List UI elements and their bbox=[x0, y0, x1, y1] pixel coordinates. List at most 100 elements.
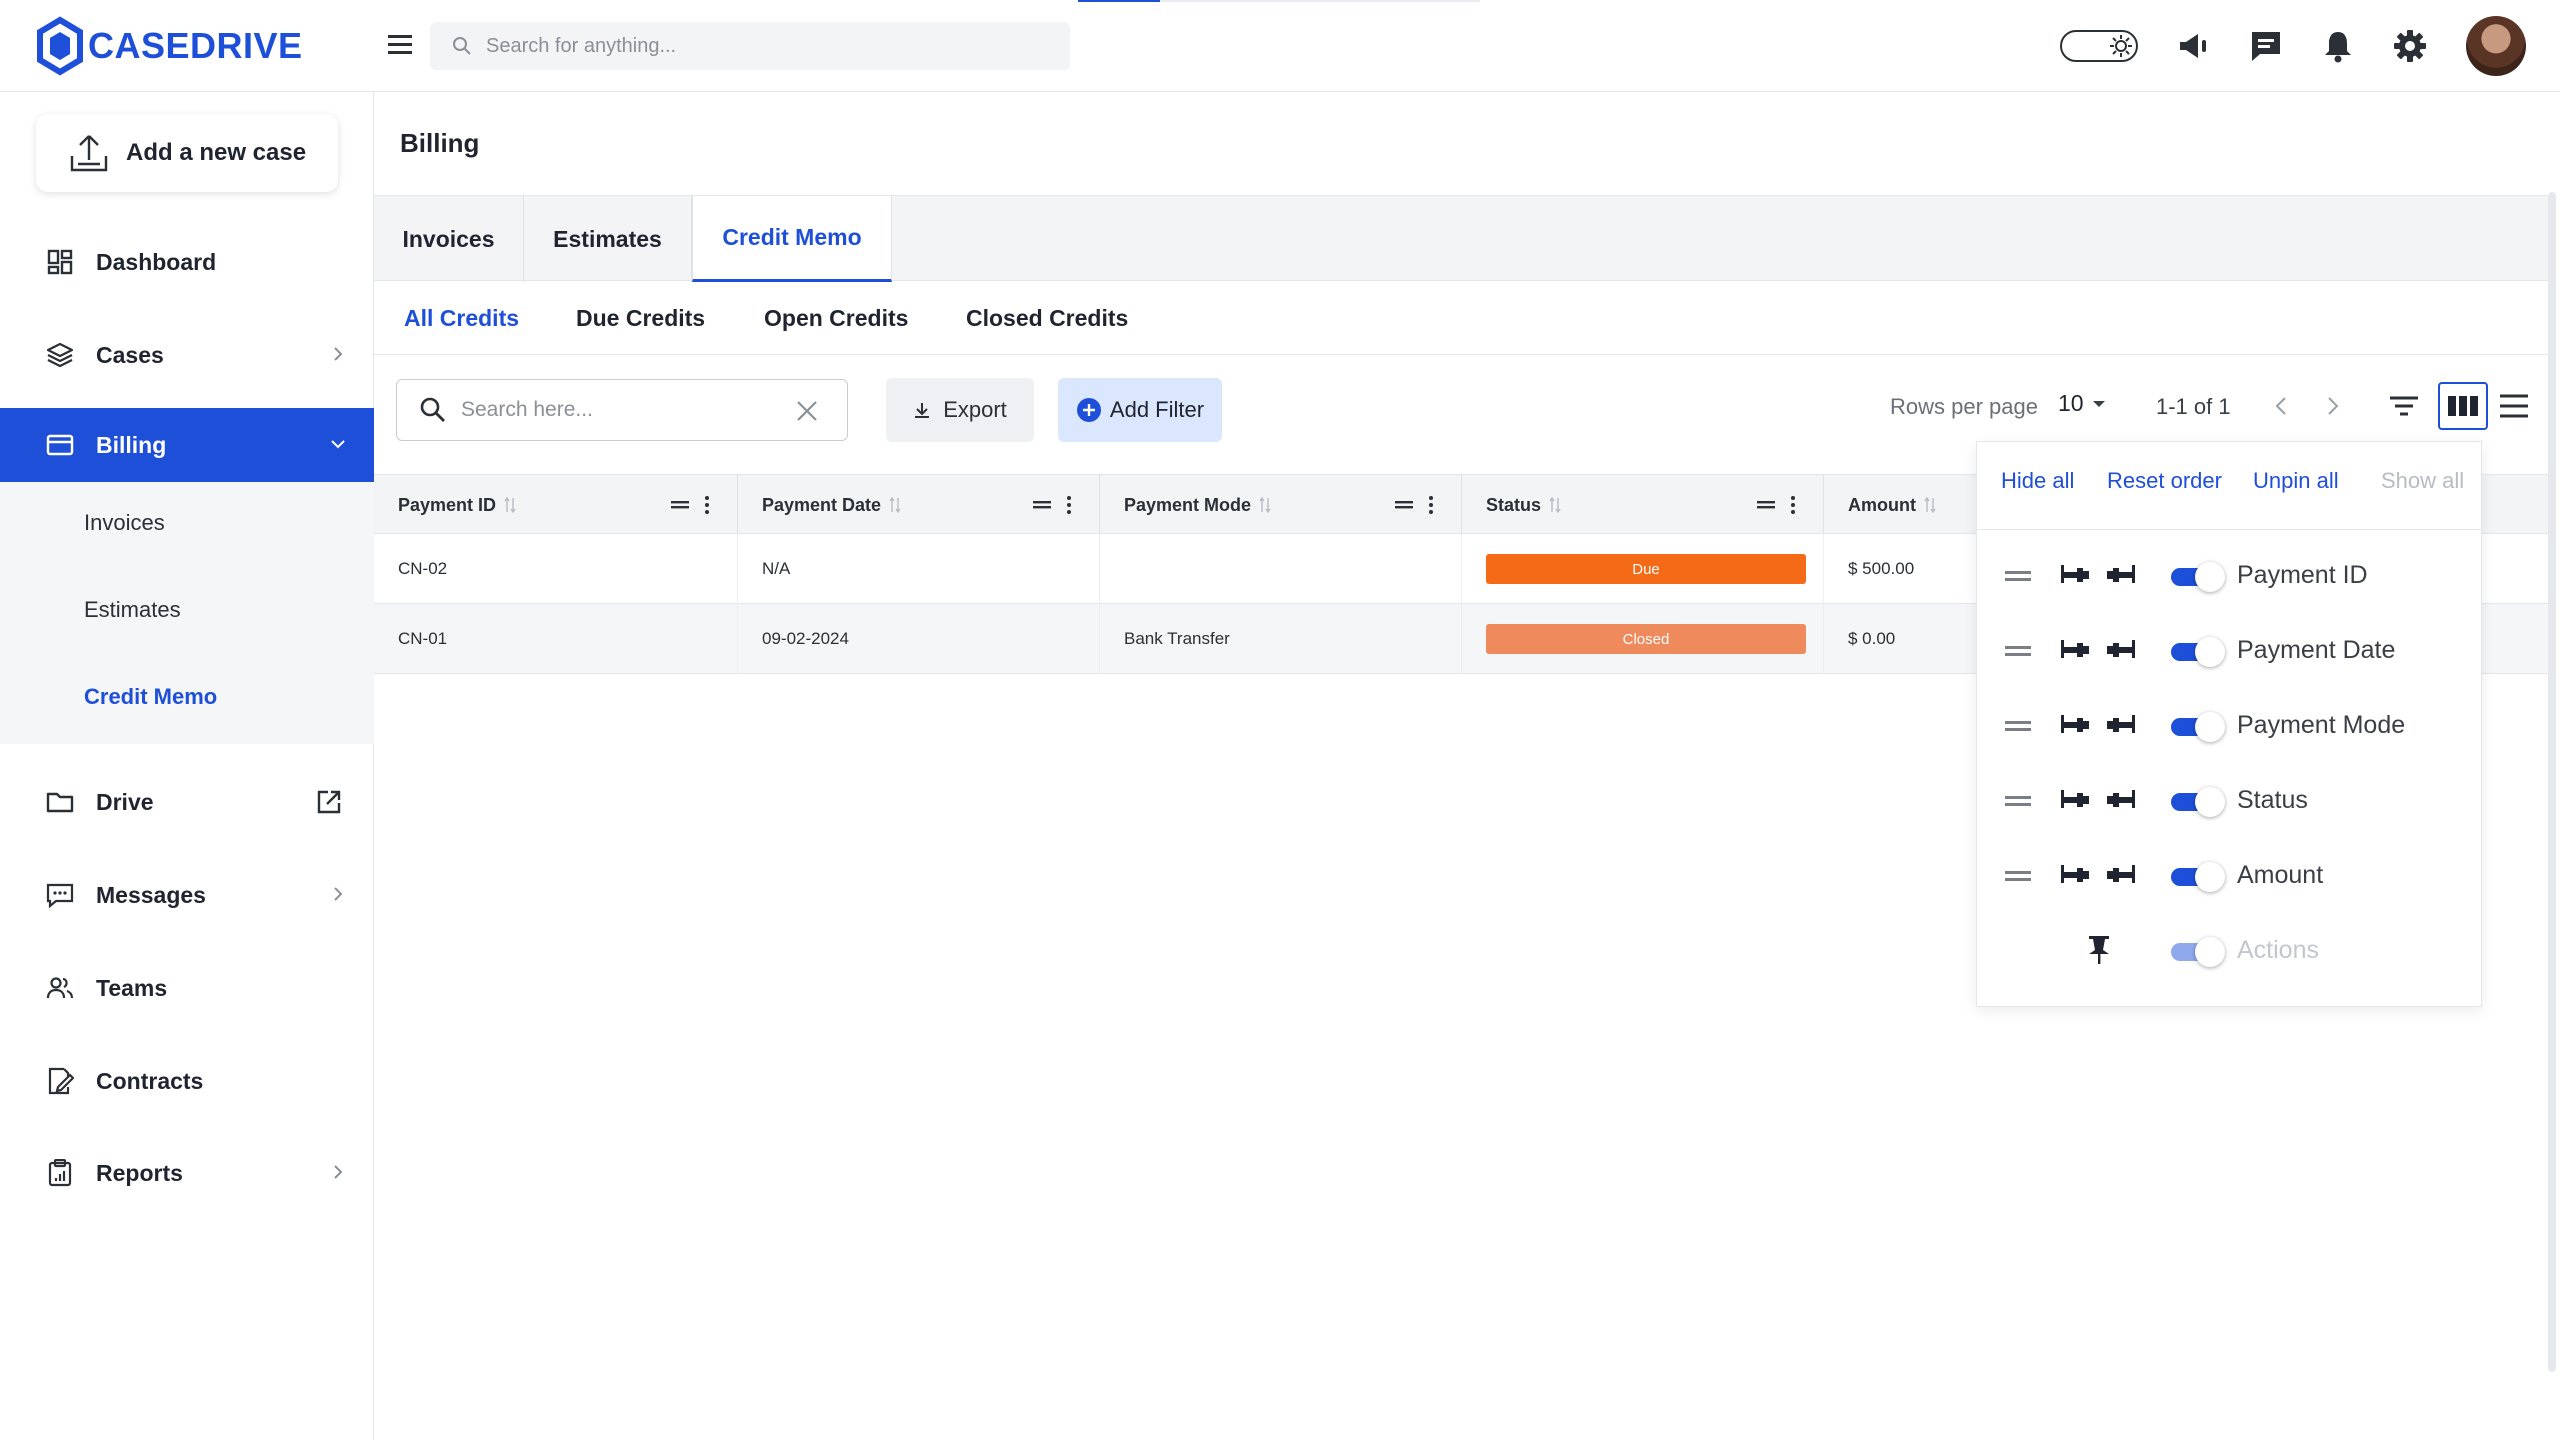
pin-right-icon[interactable] bbox=[2105, 634, 2137, 666]
filter-icon[interactable] bbox=[2386, 388, 2422, 424]
column-visibility-toggle bbox=[2167, 936, 2225, 967]
column-header-payment-mode[interactable]: Payment Mode bbox=[1100, 475, 1462, 535]
tab-credit-memo[interactable]: Credit Memo bbox=[692, 196, 892, 282]
column-option-payment-date: Payment Date bbox=[1977, 620, 2483, 680]
column-header-payment-date[interactable]: Payment Date bbox=[738, 475, 1100, 535]
subtab-all-credits[interactable]: All Credits bbox=[404, 305, 519, 332]
sort-icon[interactable] bbox=[889, 497, 901, 513]
sort-icon[interactable] bbox=[1259, 497, 1271, 513]
sidebar-item-contracts[interactable]: Contracts bbox=[0, 1044, 374, 1118]
columns-button[interactable] bbox=[2438, 382, 2488, 430]
add-new-case-button[interactable]: Add a new case bbox=[36, 114, 338, 192]
pin-right-icon[interactable] bbox=[2105, 709, 2137, 741]
pin-right-icon[interactable] bbox=[2105, 859, 2137, 891]
sidebar-item-drive[interactable]: Drive bbox=[0, 765, 374, 839]
column-visibility-toggle[interactable] bbox=[2167, 786, 2225, 817]
submenu-item-invoices[interactable]: Invoices bbox=[84, 510, 165, 536]
menu-toggle-icon[interactable] bbox=[386, 30, 416, 60]
brand-logo[interactable]: CASEDRIVE bbox=[36, 16, 303, 76]
chevron-right-icon[interactable] bbox=[2320, 394, 2344, 418]
reset-order-button[interactable]: Reset order bbox=[2107, 468, 2222, 494]
user-avatar[interactable] bbox=[2466, 16, 2526, 76]
drag-handle-icon[interactable] bbox=[2005, 644, 2035, 658]
table-search-input[interactable] bbox=[461, 398, 781, 422]
folder-icon bbox=[46, 792, 74, 813]
sidebar-item-label: Messages bbox=[96, 881, 206, 908]
column-visibility-toggle[interactable] bbox=[2167, 561, 2225, 592]
column-menu-icon[interactable] bbox=[1033, 495, 1073, 515]
column-option-label: Status bbox=[2237, 786, 2308, 814]
drag-handle-icon[interactable] bbox=[2005, 569, 2035, 583]
column-header-label: Status bbox=[1486, 494, 1542, 515]
pin-left-icon[interactable] bbox=[2059, 634, 2091, 666]
global-search-input[interactable] bbox=[486, 34, 1046, 58]
sidebar-item-teams[interactable]: Teams bbox=[0, 951, 374, 1025]
column-menu-icon[interactable] bbox=[1757, 495, 1797, 515]
drag-handle-icon[interactable] bbox=[2005, 794, 2035, 808]
tab-invoices[interactable]: Invoices bbox=[374, 196, 524, 282]
sort-icon[interactable] bbox=[504, 497, 516, 513]
search-icon bbox=[453, 37, 471, 55]
credit-subtabs: All Credits Due Credits Open Credits Clo… bbox=[374, 281, 2548, 355]
subtab-due-credits[interactable]: Due Credits bbox=[576, 305, 705, 332]
density-menu-icon[interactable] bbox=[2496, 388, 2532, 424]
rows-per-page-label: Rows per page bbox=[1890, 394, 2038, 419]
submenu-item-estimates[interactable]: Estimates bbox=[84, 597, 181, 623]
theme-toggle[interactable] bbox=[2060, 30, 2138, 62]
external-link-icon[interactable] bbox=[316, 789, 342, 815]
column-header-payment-id[interactable]: Payment ID bbox=[374, 475, 738, 535]
status-badge: Due bbox=[1486, 554, 1806, 584]
pin-right-icon[interactable] bbox=[2105, 784, 2137, 816]
rows-per-page-select[interactable]: 10 bbox=[2058, 390, 2106, 417]
pin-left-icon[interactable] bbox=[2059, 784, 2091, 816]
chevron-left-icon[interactable] bbox=[2270, 394, 2294, 418]
export-button[interactable]: Export bbox=[886, 378, 1034, 442]
pin-right-icon[interactable] bbox=[2105, 559, 2137, 591]
sidebar-item-billing[interactable]: Billing bbox=[0, 408, 374, 482]
sidebar-item-reports[interactable]: Reports bbox=[0, 1136, 374, 1210]
sidebar-item-label: Cases bbox=[96, 341, 164, 368]
unpin-all-button[interactable]: Unpin all bbox=[2253, 468, 2339, 494]
megaphone-icon[interactable] bbox=[2176, 28, 2212, 64]
add-new-case-label: Add a new case bbox=[126, 139, 307, 166]
bell-icon[interactable] bbox=[2320, 28, 2356, 64]
subtab-closed-credits[interactable]: Closed Credits bbox=[966, 305, 1128, 332]
cell-payment-mode bbox=[1100, 534, 1462, 604]
column-visibility-toggle[interactable] bbox=[2167, 861, 2225, 892]
upload-icon bbox=[70, 135, 108, 172]
hide-all-button[interactable]: Hide all bbox=[2001, 468, 2074, 494]
sort-icon[interactable] bbox=[1549, 497, 1561, 513]
column-option-label: Payment Mode bbox=[2237, 711, 2406, 739]
drag-handle-icon[interactable] bbox=[2005, 719, 2035, 733]
add-filter-button[interactable]: Add Filter bbox=[1058, 378, 1222, 442]
pin-left-icon[interactable] bbox=[2059, 559, 2091, 591]
sort-icon[interactable] bbox=[1924, 497, 1936, 513]
table-search-bar[interactable] bbox=[396, 379, 848, 441]
page-title: Billing bbox=[400, 128, 480, 158]
page-scrollbar[interactable] bbox=[2548, 192, 2556, 1372]
sidebar-item-messages[interactable]: Messages bbox=[0, 858, 374, 932]
pagination-range: 1-1 of 1 bbox=[2156, 394, 2231, 419]
sidebar-item-cases[interactable]: Cases bbox=[0, 318, 374, 392]
column-visibility-toggle[interactable] bbox=[2167, 636, 2225, 667]
sidebar-item-dashboard[interactable]: Dashboard bbox=[0, 225, 374, 299]
columns-icon bbox=[2448, 396, 2478, 416]
column-visibility-toggle[interactable] bbox=[2167, 711, 2225, 742]
drag-handle-icon[interactable] bbox=[2005, 869, 2035, 883]
subtab-open-credits[interactable]: Open Credits bbox=[764, 305, 908, 332]
column-menu-icon[interactable] bbox=[671, 495, 711, 515]
column-header-label: Payment Mode bbox=[1124, 494, 1252, 515]
sidebar-item-label: Teams bbox=[96, 974, 168, 1001]
pin-left-icon[interactable] bbox=[2059, 709, 2091, 741]
pin-left-icon[interactable] bbox=[2059, 859, 2091, 891]
column-menu-icon[interactable] bbox=[1395, 495, 1435, 515]
submenu-item-credit-memo[interactable]: Credit Memo bbox=[84, 684, 217, 710]
column-header-status[interactable]: Status bbox=[1462, 475, 1824, 535]
global-search-bar[interactable] bbox=[430, 22, 1070, 70]
tab-estimates[interactable]: Estimates bbox=[524, 196, 692, 282]
gear-icon[interactable] bbox=[2392, 28, 2428, 64]
chat-icon[interactable] bbox=[2248, 28, 2284, 64]
column-option-label: Amount bbox=[2237, 861, 2324, 889]
sidebar-item-label: Billing bbox=[96, 431, 167, 458]
close-icon[interactable] bbox=[795, 399, 819, 423]
